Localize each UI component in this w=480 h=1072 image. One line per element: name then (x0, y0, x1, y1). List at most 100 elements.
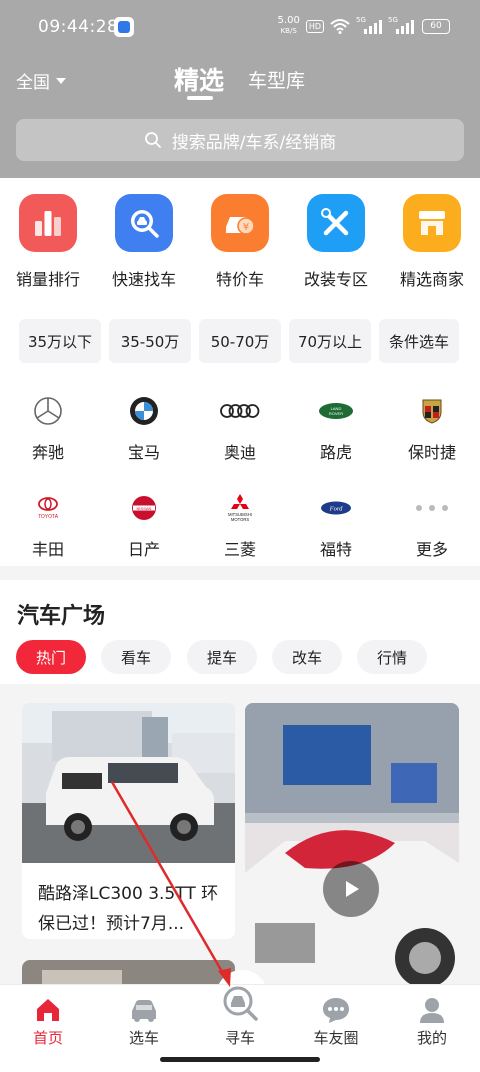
home-indicator[interactable] (160, 1057, 320, 1062)
ford-logo-icon: Ford (288, 488, 384, 528)
land-rover-logo-icon: LAND ROVER (288, 391, 384, 431)
status-time: 09:44:28 (38, 17, 119, 37)
battery-icon: 60 (422, 18, 450, 34)
play-icon (346, 881, 359, 897)
brand-toyota[interactable]: TOYOTA 丰田 (0, 488, 96, 560)
section-title: 汽车广场 (17, 604, 106, 629)
chat-bubble-icon (288, 993, 384, 1027)
post-card[interactable]: 酷路泽LC300 3.5TT 环保已过！预计7月... (22, 703, 235, 939)
brand-label: 奔驰 (31, 443, 64, 462)
tab-find-car[interactable]: 寻车 (192, 986, 288, 1048)
tab-car-friends[interactable]: 车友圈 (288, 993, 384, 1048)
price-filter-35-50w[interactable]: 35-50万 (109, 319, 191, 363)
hd-voice-icon: HD (305, 19, 324, 33)
tools-icon (307, 194, 365, 252)
brand-porsche[interactable]: 保时捷 (384, 391, 480, 463)
region-selector[interactable]: 全国 (16, 68, 66, 93)
find-car-icon (192, 979, 288, 1027)
filter-view-cars[interactable]: 看车 (101, 640, 171, 674)
category-featured-dealers[interactable]: 精选商家 (384, 194, 480, 290)
filter-modify[interactable]: 改车 (272, 640, 342, 674)
svg-text:Ford: Ford (329, 506, 344, 513)
mercedes-logo-icon (0, 391, 96, 431)
category-label: 精选商家 (399, 270, 464, 289)
toyota-logo-icon: TOYOTA (0, 488, 96, 528)
signal-2-icon: 5G (388, 16, 414, 34)
price-filter-under-35w[interactable]: 35万以下 (19, 319, 101, 363)
brand-label: 三菱 (223, 540, 256, 559)
category-special-price[interactable]: ¥ 特价车 (192, 194, 288, 290)
profile-icon (384, 993, 480, 1027)
region-label: 全国 (16, 73, 50, 93)
tab-label: 我的 (416, 1029, 447, 1047)
brand-bmw[interactable]: 宝马 (96, 391, 192, 463)
filter-market[interactable]: 行情 (357, 640, 427, 674)
home-icon (0, 993, 96, 1027)
app-notification-icon (114, 17, 134, 37)
tab-label: 寻车 (224, 1029, 255, 1047)
brand-label: 奥迪 (223, 443, 256, 462)
network-speed: 5.00 KB/S (277, 15, 300, 36)
caret-down-icon (56, 77, 66, 84)
price-filter-50-70w[interactable]: 50-70万 (199, 319, 281, 363)
category-label: 特价车 (215, 270, 264, 289)
car-search-icon (115, 194, 173, 252)
category-label: 快速找车 (111, 270, 176, 289)
brand-label: 更多 (415, 540, 448, 559)
brand-label: 宝马 (127, 443, 160, 462)
search-bar[interactable]: 搜索品牌/车系/经销商 (16, 119, 464, 161)
category-label: 改装专区 (303, 270, 368, 289)
price-filter-conditions[interactable]: 条件选车 (379, 319, 459, 363)
brand-mitsubishi[interactable]: MITSUBISHI MOTORS 三菱 (192, 488, 288, 560)
tab-choose-car[interactable]: 选车 (96, 993, 192, 1048)
tab-home[interactable]: 首页 (0, 993, 96, 1048)
svg-text:MOTORS: MOTORS (231, 517, 250, 522)
tab-model-library[interactable]: 车型库 (248, 66, 305, 93)
post-feed: 酷路泽LC300 3.5TT 环保已过！预计7月... (0, 684, 480, 984)
audi-logo-icon (192, 391, 288, 431)
svg-text:TOYOTA: TOYOTA (38, 514, 59, 520)
brand-audi[interactable]: 奥迪 (192, 391, 288, 463)
brand-ford[interactable]: Ford 福特 (288, 488, 384, 560)
category-label: 销量排行 (15, 270, 80, 289)
auto-plaza-section: 汽车广场 热门 看车 提车 改车 行情 (0, 580, 480, 684)
nissan-logo-icon: NISSAN (96, 488, 192, 528)
search-icon (144, 132, 161, 148)
tab-label: 车友圈 (313, 1029, 359, 1047)
category-quick-find[interactable]: 快速找车 (96, 194, 192, 290)
tab-label: 首页 (32, 1029, 63, 1047)
price-filter-over-70w[interactable]: 70万以上 (289, 319, 371, 363)
status-bar: 09:44:28 5.00 KB/S HD 5G 5G 60 (0, 0, 480, 56)
bmw-logo-icon (96, 391, 192, 431)
tab-featured[interactable]: 精选 (174, 61, 224, 97)
car-icon (96, 993, 192, 1027)
search-placeholder: 搜索品牌/车系/经销商 (171, 132, 337, 153)
brand-label: 丰田 (31, 540, 64, 559)
more-dots-icon (384, 488, 480, 528)
brand-land-rover[interactable]: LAND ROVER 路虎 (288, 391, 384, 463)
price-tag-car-icon: ¥ (211, 194, 269, 252)
svg-text:ROVER: ROVER (329, 411, 343, 416)
tab-active-indicator (187, 96, 213, 100)
signal-1-icon: 5G (356, 16, 382, 34)
brand-label: 日产 (127, 540, 160, 559)
bar-chart-icon (19, 194, 77, 252)
brand-more[interactable]: 更多 (384, 488, 480, 560)
header: 09:44:28 5.00 KB/S HD 5G 5G 60 全国 精选 车型库 … (0, 0, 480, 178)
category-sales-ranking[interactable]: 销量排行 (0, 194, 96, 290)
brand-label: 保时捷 (407, 443, 456, 462)
category-modification[interactable]: 改装专区 (288, 194, 384, 290)
brand-mercedes[interactable]: 奔驰 (0, 391, 96, 463)
wifi-icon (330, 19, 350, 34)
filter-pickup[interactable]: 提车 (187, 640, 257, 674)
video-post-card[interactable] (245, 703, 459, 984)
storefront-icon (403, 194, 461, 252)
post-title: 酷路泽LC300 3.5TT 环保已过！预计7月... (38, 884, 219, 934)
filter-hot[interactable]: 热门 (16, 640, 86, 674)
play-button[interactable] (323, 861, 379, 917)
tab-label: 选车 (128, 1029, 159, 1047)
brand-nissan[interactable]: NISSAN 日产 (96, 488, 192, 560)
porsche-logo-icon (384, 391, 480, 431)
video-thumbnail (245, 703, 459, 984)
tab-mine[interactable]: 我的 (384, 993, 480, 1048)
